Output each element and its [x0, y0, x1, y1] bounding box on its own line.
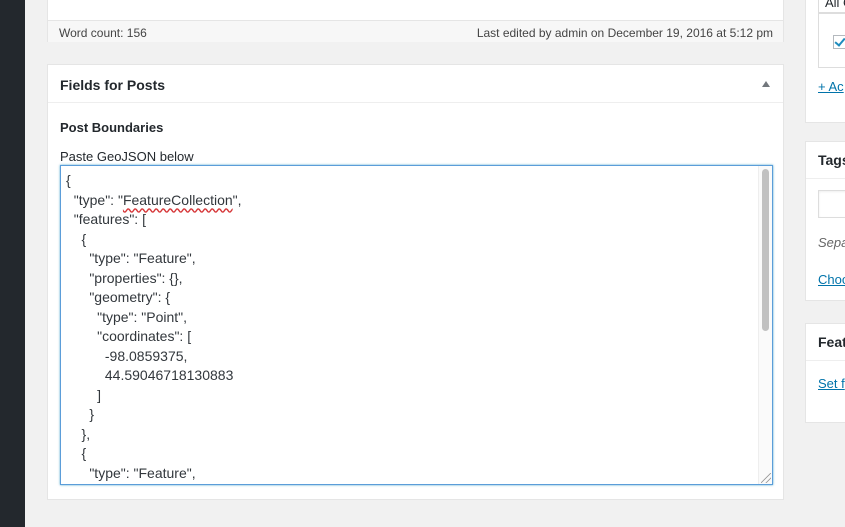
scroll-thumb[interactable] — [762, 169, 769, 331]
categories-tab-label: All C — [825, 0, 845, 10]
tags-title[interactable]: Tags — [818, 152, 845, 168]
resize-handle-icon[interactable] — [761, 473, 771, 483]
set-featured-image-link[interactable]: Set f — [818, 376, 845, 391]
geojson-line: "type": "Feature", — [66, 464, 196, 481]
right-sidebar: All C + Ac Tags Sepa Choo Feat Set f — [805, 0, 845, 527]
postbox-header[interactable]: Fields for Posts — [48, 65, 783, 103]
editor-status-bar: Word count: 156 Last edited by admin on … — [47, 0, 784, 42]
geojson-line: -98.0859375, — [66, 347, 188, 364]
geojson-line: 44.59046718130883 — [66, 367, 234, 383]
last-edited-info: Last edited by admin on December 19, 201… — [476, 26, 773, 40]
geojson-line: "geometry": { — [66, 289, 171, 305]
divider — [806, 360, 845, 361]
categories-tab[interactable]: All C — [818, 0, 845, 13]
featured-image-box: Feat Set f — [805, 323, 845, 423]
category-list — [818, 13, 845, 68]
geojson-line: }, — [66, 425, 91, 442]
geojson-line: "features": [ — [66, 211, 146, 227]
featured-image-title[interactable]: Feat — [818, 334, 845, 350]
geojson-line: { — [66, 445, 87, 461]
field-instructions: Paste GeoJSON below — [60, 149, 194, 164]
geojson-line: ] — [66, 386, 102, 403]
add-category-link[interactable]: + Ac — [818, 79, 844, 94]
tags-box: Tags Sepa Choo — [805, 141, 845, 301]
spellcheck-word: FeatureCollection — [122, 191, 233, 208]
geojson-textarea[interactable]: { "type": "FeatureCollection", "features… — [60, 165, 773, 485]
collapse-arrow-icon[interactable] — [762, 81, 770, 87]
divider — [806, 178, 845, 179]
postbox-title: Fields for Posts — [60, 77, 166, 93]
geojson-line: { — [66, 172, 71, 188]
word-count: Word count: 156 — [59, 26, 147, 40]
textarea-scrollbar[interactable] — [758, 166, 772, 484]
fields-for-posts-box: Fields for Posts Post Boundaries Paste G… — [47, 64, 784, 500]
admin-sidebar — [0, 0, 25, 527]
tags-input[interactable] — [818, 190, 845, 218]
geojson-line: "properties": {}, — [66, 269, 183, 286]
geojson-line: "type": "Feature", — [66, 250, 196, 266]
geojson-line: } — [66, 406, 95, 422]
geojson-line: "coordinates": [ — [66, 328, 192, 344]
field-label: Post Boundaries — [60, 120, 164, 135]
status-bar-row: Word count: 156 Last edited by admin on … — [48, 20, 783, 42]
geojson-line: "type": "FeatureCollection", — [66, 191, 242, 208]
geojson-text: { "type": "FeatureCollection", "features… — [66, 171, 242, 483]
geojson-line: { — [66, 230, 87, 247]
geojson-line: "type": "Point", — [66, 308, 188, 325]
tags-hint: Sepa — [818, 235, 845, 250]
category-checkbox[interactable] — [833, 35, 845, 49]
categories-box: All C + Ac — [805, 0, 845, 123]
choose-tags-link[interactable]: Choo — [818, 272, 845, 287]
